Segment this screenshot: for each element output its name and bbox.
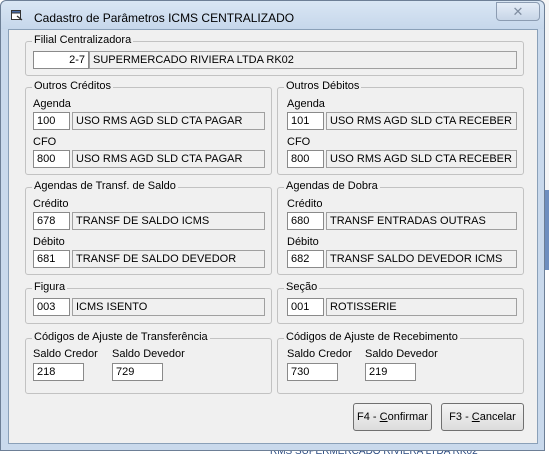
credito-label: Crédito bbox=[33, 198, 69, 210]
transf-saldo-devedor-field[interactable]: 729 bbox=[112, 363, 163, 381]
outros-creditos-cfo-code-field[interactable]: 800 bbox=[33, 150, 70, 168]
secao-group: Seção 001 ROTISSERIE bbox=[277, 281, 524, 324]
outros-creditos-legend: Outros Créditos bbox=[32, 80, 114, 92]
figura-code-field[interactable]: 003 bbox=[33, 298, 70, 316]
agendas-transf-group: Agendas de Transf. de Saldo Crédito 678 … bbox=[25, 180, 272, 275]
outros-debitos-cfo-desc: USO RMS AGD SLD CTA RECEBER bbox=[326, 150, 517, 168]
outros-debitos-agenda-desc: USO RMS AGD SLD CTA RECEBER bbox=[326, 112, 517, 130]
agenda-label: Agenda bbox=[287, 98, 325, 110]
debito-label: Débito bbox=[33, 236, 65, 248]
ajuste-transf-group: Códigos de Ajuste de Transferência Saldo… bbox=[25, 331, 272, 394]
dobra-credito-desc: TRANSF ENTRADAS OUTRAS bbox=[326, 212, 517, 230]
title-bar[interactable]: Cadastro de Parâmetros ICMS CENTRALIZADO… bbox=[1, 1, 544, 29]
transf-credito-code-field[interactable]: 678 bbox=[33, 212, 70, 230]
saldo-credor-label: Saldo Credor bbox=[287, 348, 352, 360]
outros-creditos-cfo-desc: USO RMS AGD SLD CTA PAGAR bbox=[72, 150, 265, 168]
ajuste-transf-legend: Códigos de Ajuste de Transferência bbox=[32, 331, 210, 343]
credito-label: Crédito bbox=[287, 198, 323, 210]
outros-debitos-cfo-code-field[interactable]: 800 bbox=[287, 150, 324, 168]
agendas-dobra-legend: Agendas de Dobra bbox=[284, 180, 380, 192]
secao-code-field[interactable]: 001 bbox=[287, 298, 324, 316]
dialog-window: Cadastro de Parâmetros ICMS CENTRALIZADO… bbox=[0, 0, 545, 451]
cancel-button[interactable]: F3 - Cancelar bbox=[441, 403, 524, 431]
transf-saldo-credor-field[interactable]: 218 bbox=[33, 363, 84, 381]
secao-desc: ROTISSERIE bbox=[326, 298, 517, 316]
agenda-label: Agenda bbox=[33, 98, 71, 110]
figura-legend: Figura bbox=[32, 281, 68, 293]
saldo-devedor-label: Saldo Devedor bbox=[365, 348, 438, 360]
secao-legend: Seção bbox=[284, 281, 320, 293]
transf-debito-desc: TRANSF DE SALDO DEVEDOR bbox=[72, 250, 265, 268]
debito-label: Débito bbox=[287, 236, 319, 248]
saldo-credor-label: Saldo Credor bbox=[33, 348, 98, 360]
ajuste-receb-group: Códigos de Ajuste de Recebimento Saldo C… bbox=[277, 331, 524, 394]
cfo-label: CFO bbox=[287, 136, 311, 148]
outros-debitos-legend: Outros Débitos bbox=[284, 80, 362, 92]
outros-creditos-agenda-code-field[interactable]: 100 bbox=[33, 112, 70, 130]
receb-saldo-devedor-field[interactable]: 219 bbox=[365, 363, 416, 381]
close-button[interactable]: ✕ bbox=[496, 2, 540, 21]
filial-legend: Filial Centralizadora bbox=[32, 34, 134, 46]
form-window-icon bbox=[11, 10, 23, 21]
figura-group: Figura 003 ICMS ISENTO bbox=[25, 281, 272, 324]
figura-desc: ICMS ISENTO bbox=[72, 298, 265, 316]
confirm-button[interactable]: F4 - Confirmar bbox=[353, 403, 432, 431]
outros-creditos-group: Outros Créditos Agenda 100 USO RMS AGD S… bbox=[25, 80, 272, 175]
transf-credito-desc: TRANSF DE SALDO ICMS bbox=[72, 212, 265, 230]
filial-group: Filial Centralizadora 2-7 SUPERMERCADO R… bbox=[25, 34, 524, 76]
dialog-client-area: Filial Centralizadora 2-7 SUPERMERCADO R… bbox=[8, 29, 538, 444]
outros-debitos-agenda-code-field[interactable]: 101 bbox=[287, 112, 324, 130]
agendas-transf-legend: Agendas de Transf. de Saldo bbox=[32, 180, 178, 192]
outros-creditos-agenda-desc: USO RMS AGD SLD CTA PAGAR bbox=[72, 112, 265, 130]
cfo-label: CFO bbox=[33, 136, 57, 148]
close-icon: ✕ bbox=[512, 4, 524, 19]
transf-debito-code-field[interactable]: 681 bbox=[33, 250, 70, 268]
ajuste-receb-legend: Códigos de Ajuste de Recebimento bbox=[284, 331, 460, 343]
agendas-dobra-group: Agendas de Dobra Crédito 680 TRANSF ENTR… bbox=[277, 180, 524, 275]
filial-code-field[interactable]: 2-7 bbox=[33, 51, 89, 69]
dobra-debito-desc: TRANSF SALDO DEVEDOR ICMS bbox=[326, 250, 517, 268]
dobra-credito-code-field[interactable]: 680 bbox=[287, 212, 324, 230]
saldo-devedor-label: Saldo Devedor bbox=[112, 348, 185, 360]
filial-name-field: SUPERMERCADO RIVIERA LTDA RK02 bbox=[89, 51, 517, 69]
outros-debitos-group: Outros Débitos Agenda 101 USO RMS AGD SL… bbox=[277, 80, 524, 175]
receb-saldo-credor-field[interactable]: 730 bbox=[287, 363, 338, 381]
window-title: Cadastro de Parâmetros ICMS CENTRALIZADO bbox=[34, 11, 295, 25]
dobra-debito-code-field[interactable]: 682 bbox=[287, 250, 324, 268]
